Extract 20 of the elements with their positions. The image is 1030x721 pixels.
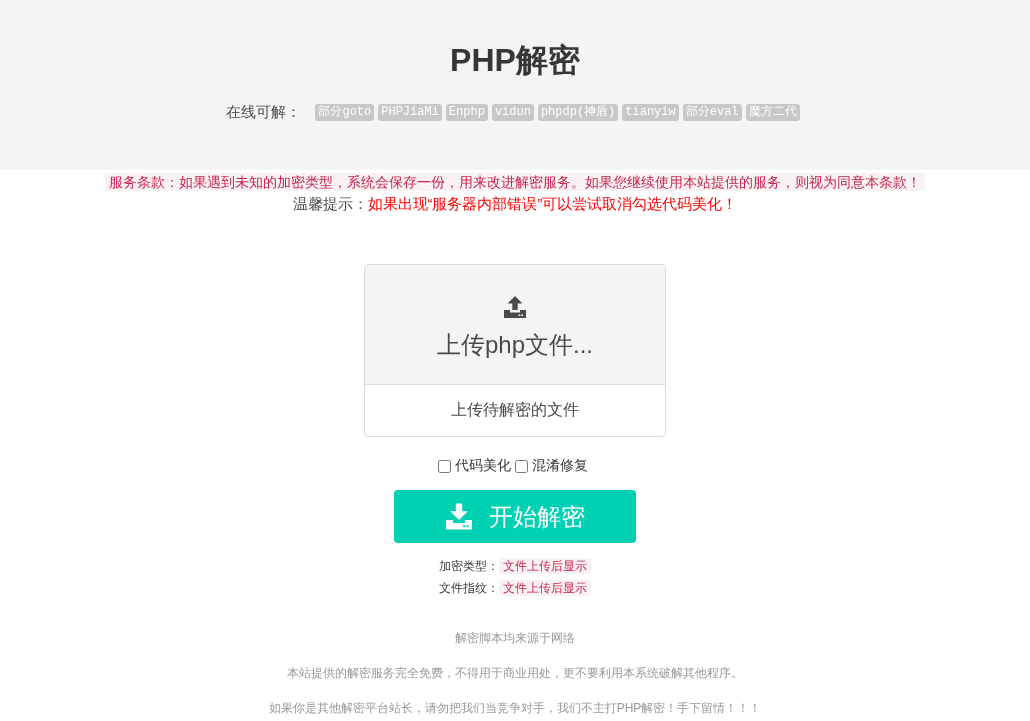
- download-icon: [445, 503, 472, 530]
- terms-notice: 服务条款：如果遇到未知的加密类型，系统会保存一份，用来改进解密服务。如果您继续使用本站提供的服务，则视为同意本条款！: [105, 173, 925, 191]
- footer-text: 解密脚本均来源于网络: [455, 630, 575, 647]
- page-title: PHP解密: [450, 41, 580, 80]
- info-value: 文件上传后显示: [499, 580, 591, 596]
- supported-label: 在线可解：: [226, 102, 302, 122]
- footer-text: 如果你是其他解密平台站长，请勿把我们当竞争对手，我们不主打PHP解密！手下留情！！！: [268, 700, 762, 717]
- file-name-display: 上传待解密的文件: [451, 400, 579, 420]
- upload-icon: [504, 296, 526, 318]
- checkbox-label[interactable]: 混淆修复: [532, 457, 588, 475]
- footer-text: 本站提供的解密服务完全免费，不得用于商业用处，更不要利用本系统破解其他程序。: [287, 665, 743, 682]
- checkbox[interactable]: [438, 459, 451, 473]
- file-upload-button[interactable]: 上传php文件...: [365, 265, 665, 385]
- info-label: 加密类型：: [439, 559, 499, 573]
- checkbox-label[interactable]: 代码美化: [455, 457, 511, 475]
- info-label: 文件指纹：: [439, 581, 499, 595]
- tip-label: 温馨提示：: [292, 195, 368, 212]
- tip-text: 如果出现“服务器内部错误”可以尝试取消勾选代码美化！: [367, 195, 738, 212]
- info-value: 文件上传后显示: [499, 558, 591, 574]
- checkbox[interactable]: [515, 459, 528, 473]
